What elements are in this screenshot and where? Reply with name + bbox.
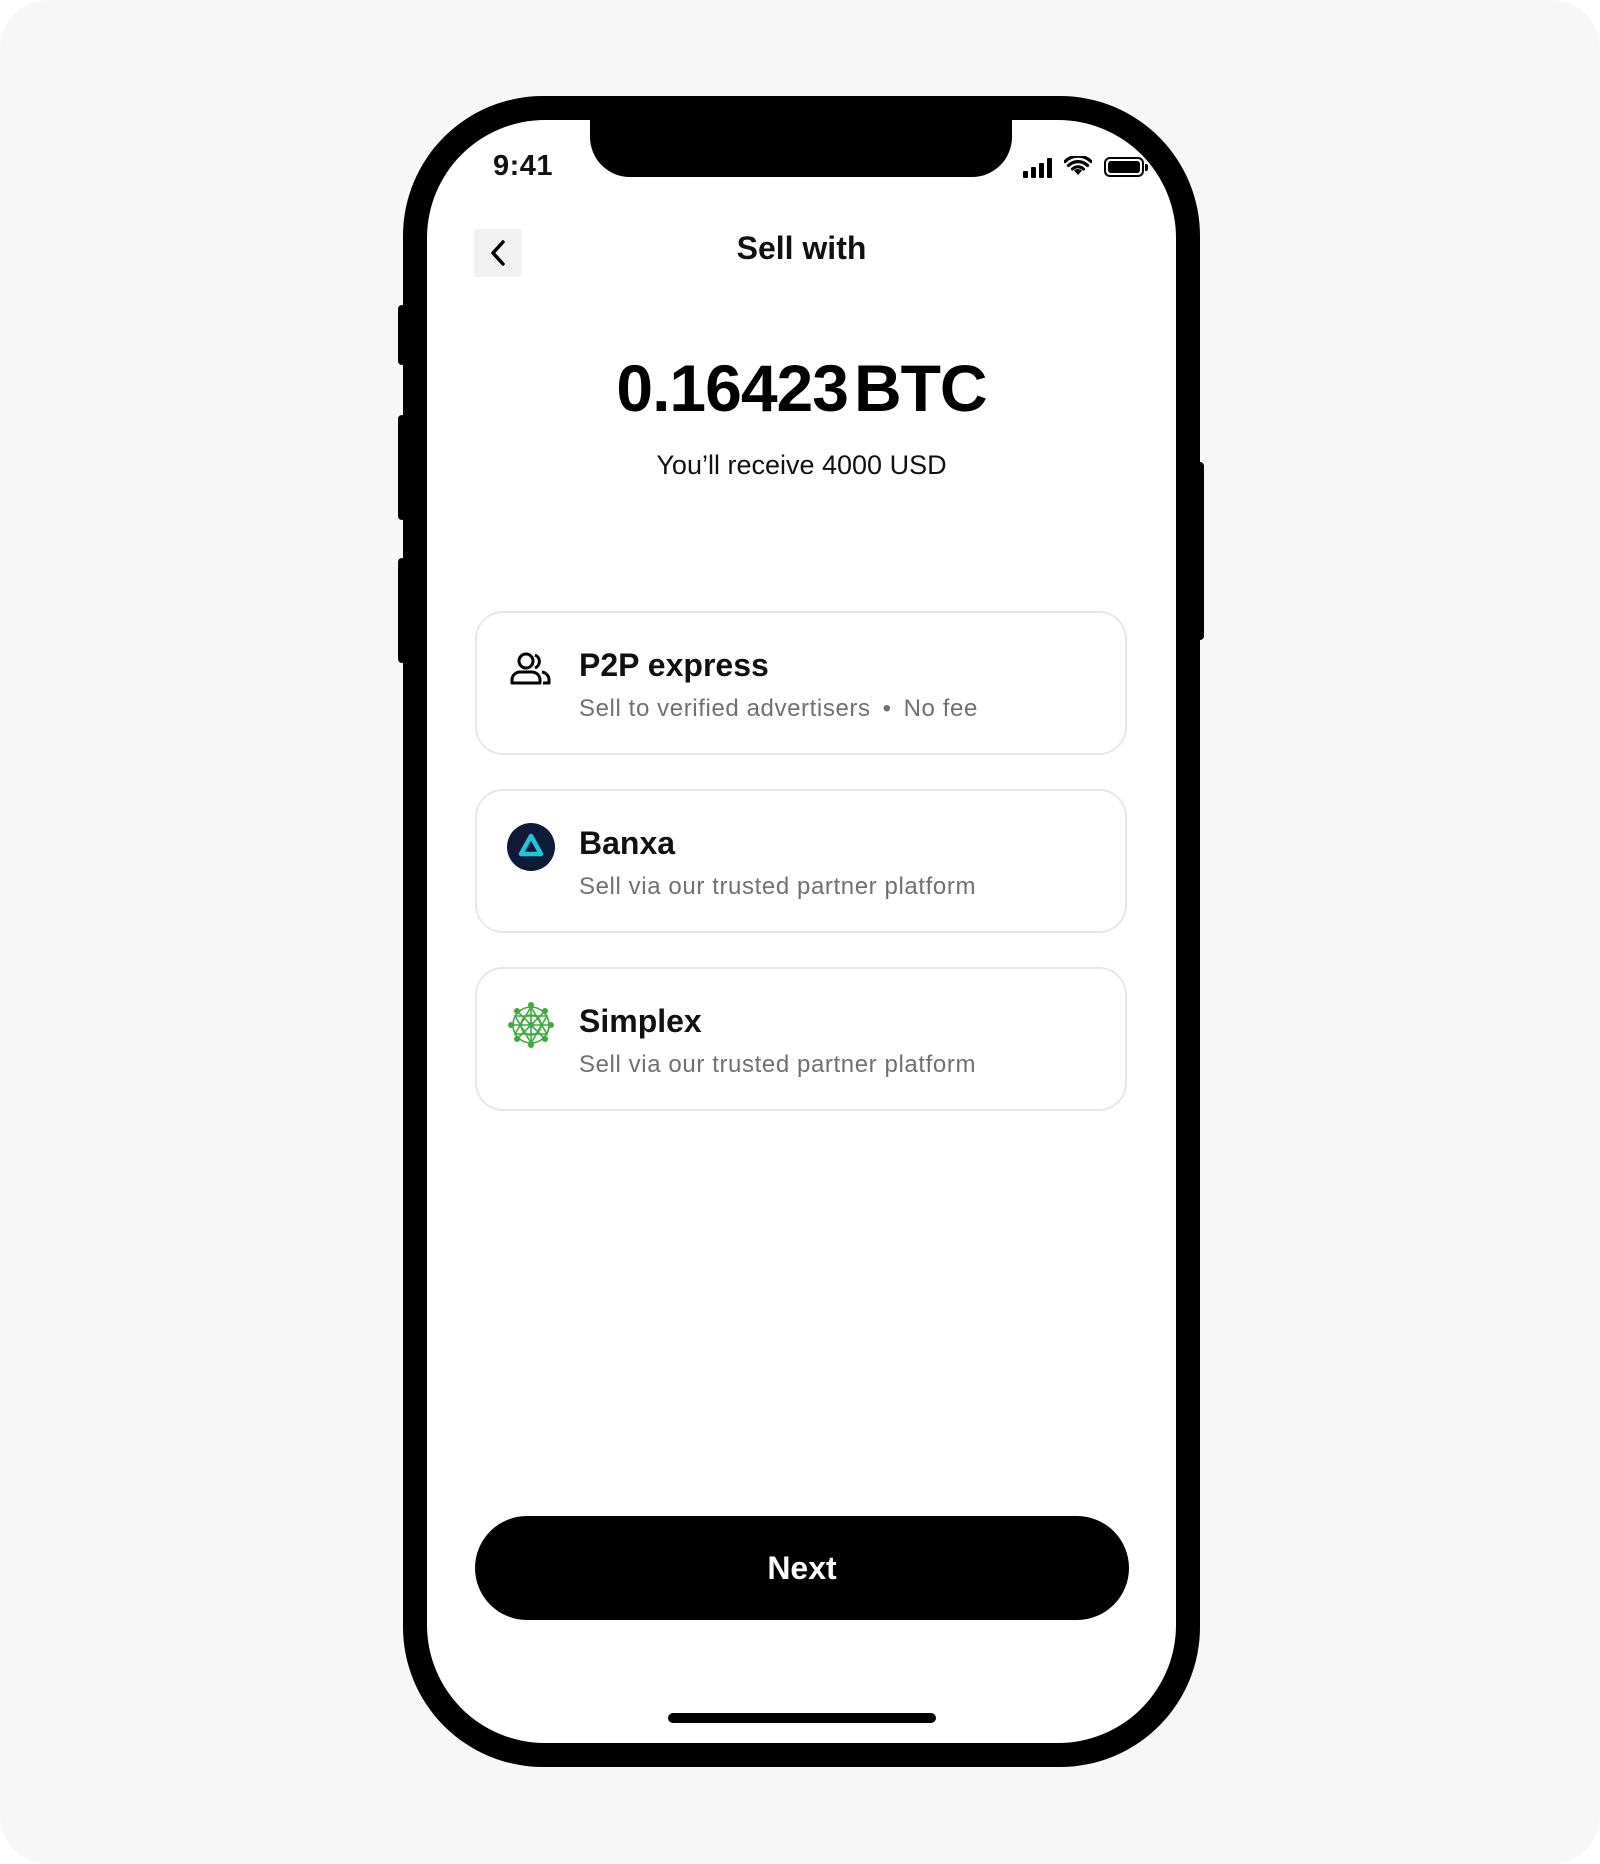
status-icons — [1023, 152, 1148, 182]
amount-unit: BTC — [853, 351, 988, 425]
option-description: Sell to verified advertisers — [579, 695, 871, 722]
option-title: P2P express — [579, 647, 769, 683]
option-simplex[interactable]: Simplex Sell via our trusted partner pla… — [475, 967, 1127, 1111]
option-banxa[interactable]: Banxa Sell via our trusted partner platf… — [475, 789, 1127, 933]
simplex-logo-icon — [507, 1001, 555, 1049]
fee-label: No fee — [903, 695, 978, 722]
amount-value: 0.16423 — [616, 351, 849, 425]
status-time: 9:41 — [493, 150, 554, 182]
next-button[interactable]: Next — [475, 1516, 1129, 1620]
phone-screen: 9:41 Sell with 0.16423BTC You’ll receive… — [427, 120, 1176, 1743]
sell-amount: 0.16423BTC — [427, 350, 1176, 426]
option-p2p-express[interactable]: P2P express Sell to verified advertisers… — [475, 611, 1127, 755]
option-subtitle: Sell via our trusted partner platform — [579, 873, 977, 900]
option-subtitle: Sell via our trusted partner platform — [579, 1051, 977, 1078]
people-icon — [507, 645, 555, 693]
page-title: Sell with — [736, 230, 867, 266]
cellular-signal-icon — [1023, 156, 1052, 178]
home-indicator — [668, 1713, 936, 1723]
receive-amount-text: You’ll receive 4000 USD — [656, 450, 947, 480]
phone-frame: 9:41 Sell with 0.16423BTC You’ll receive… — [403, 96, 1200, 1767]
page-background: 9:41 Sell with 0.16423BTC You’ll receive… — [0, 0, 1600, 1864]
notch — [590, 120, 1012, 177]
separator-dot: • — [882, 695, 892, 722]
option-title: Simplex — [579, 1003, 702, 1039]
option-title: Banxa — [579, 825, 676, 861]
wifi-icon — [1064, 156, 1092, 175]
battery-icon — [1104, 157, 1148, 177]
option-subtitle: Sell to verified advertisers • No fee — [579, 695, 978, 723]
banxa-logo-icon — [507, 823, 555, 871]
